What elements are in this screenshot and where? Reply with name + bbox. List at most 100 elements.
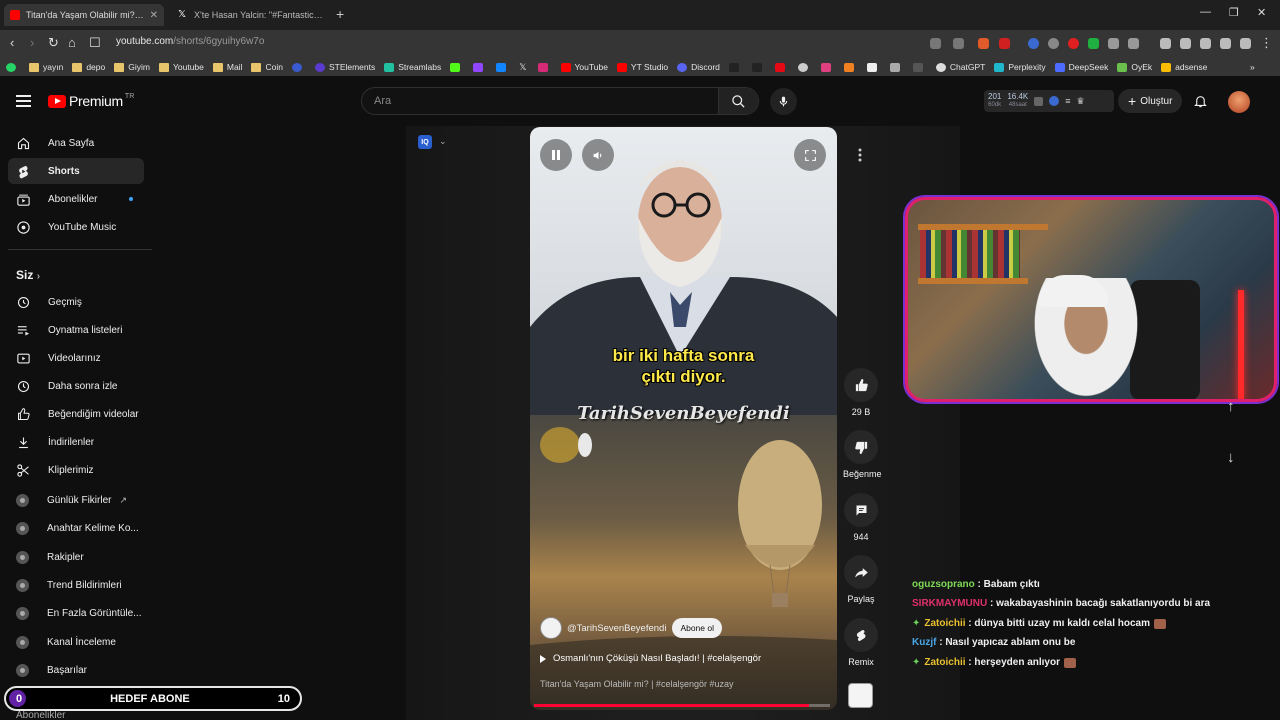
extension-icon[interactable] — [1108, 38, 1119, 49]
bookmark-folder[interactable]: Youtube — [158, 62, 204, 72]
bookmark-streamlabs[interactable]: Streamlabs — [384, 62, 441, 72]
tab-x-post[interactable]: 𝕏 X'te Hasan Yalcin: "#FantasticFour M — [172, 4, 332, 26]
bookmark-folder[interactable]: yayın — [29, 62, 63, 72]
short-video[interactable]: bir iki hafta sonra çıktı diyor. TarihSe… — [530, 127, 837, 710]
sidebar-item-home[interactable]: Ana Sayfa — [8, 130, 144, 156]
list-icon[interactable]: ≡ — [1065, 96, 1070, 106]
maximize-icon[interactable]: ❐ — [1229, 6, 1239, 19]
bookmark-oyek[interactable]: OyEk — [1117, 62, 1152, 72]
extension-icon[interactable] — [1220, 38, 1231, 49]
channel-thumbnail[interactable] — [848, 683, 873, 708]
chart-icon[interactable] — [1034, 96, 1044, 106]
tab-close-icon[interactable]: ✕ — [150, 10, 158, 21]
bookmark-x[interactable]: 𝕏 — [519, 62, 528, 73]
channel-name[interactable]: @TarihSevenBeyefendi — [567, 623, 666, 634]
search-button[interactable] — [718, 88, 758, 114]
share-button[interactable] — [844, 555, 878, 589]
back-icon[interactable]: ‹ — [10, 35, 14, 50]
remix-button[interactable] — [844, 618, 878, 652]
subscribe-button[interactable]: Abone ol — [672, 618, 722, 638]
like-button[interactable] — [844, 368, 878, 402]
more-bookmarks-icon[interactable]: » — [1250, 62, 1255, 72]
chevron-down-icon[interactable]: ⌄ — [439, 136, 447, 147]
bookmark-adsense[interactable]: adsense — [1161, 62, 1207, 72]
bookmark-misc[interactable] — [912, 62, 927, 72]
sidebar-item-playlists[interactable]: Oynatma listeleri — [8, 317, 144, 343]
bookmark-chatgpt[interactable]: ChatGPT — [935, 62, 985, 72]
bookmark-perplexity[interactable]: Perplexity — [994, 62, 1046, 72]
previous-short-icon[interactable]: ↑ — [1227, 398, 1235, 415]
sidebar-item-clips[interactable]: Kliplerimiz — [8, 457, 144, 483]
sidebar-item-your-videos[interactable]: Videolarınız — [8, 345, 144, 371]
extension-icon[interactable] — [1088, 38, 1099, 49]
bookmark-kick[interactable] — [450, 62, 464, 72]
bookmark-deepseek[interactable]: DeepSeek — [1054, 62, 1108, 72]
short-description[interactable]: Titan'da Yaşam Olabilir mi? | #celalşeng… — [540, 679, 733, 689]
sidebar-item-gunluk-fikirler[interactable]: Günlük Fikirler ↗ — [8, 487, 144, 513]
extension-icon[interactable] — [1028, 38, 1039, 49]
sidebar-item-keyword[interactable]: Anahtar Kelime Ko... — [8, 515, 144, 541]
extension-icon[interactable] — [1180, 38, 1191, 49]
pause-button[interactable] — [540, 139, 572, 171]
home-button-icon[interactable]: ⌂ — [68, 35, 76, 50]
bookmark-r[interactable] — [291, 62, 306, 72]
more-options-icon[interactable] — [848, 143, 872, 167]
sidebar-item-competitors[interactable]: Rakipler — [8, 544, 144, 570]
sidebar-item-subscriptions[interactable]: Abonelikler — [8, 186, 144, 212]
bookmark-folder[interactable]: Coin — [251, 62, 283, 72]
create-button[interactable]: + Oluştur — [1118, 89, 1183, 113]
bookmark-misc[interactable] — [843, 62, 858, 72]
sidebar-item-shorts[interactable]: Shorts — [8, 158, 144, 184]
channel-stats-widget[interactable]: 201 60dk 16.4K 48saat ≡ ♛ — [984, 90, 1114, 112]
account-avatar[interactable] — [1228, 91, 1250, 113]
bookmark-icon[interactable]: ☐ — [89, 35, 101, 51]
linked-video[interactable]: Osmanlı'nın Çöküşü Nasıl Başladı! | #cel… — [540, 653, 761, 664]
sidebar-item-liked-videos[interactable]: Beğendiğim videolar — [8, 401, 144, 427]
bookmark-misc[interactable] — [820, 62, 835, 72]
sidebar-item-trend-alerts[interactable]: Trend Bildirimleri — [8, 572, 144, 598]
extension-icon[interactable] — [1200, 38, 1211, 49]
sidebar-item-channel-audit[interactable]: Kanal İnceleme — [8, 629, 144, 655]
new-tab-icon[interactable]: + — [336, 6, 344, 22]
extension-icon[interactable] — [1240, 38, 1251, 49]
address-bar[interactable]: youtube.com/shorts/6gyuihy6w7o — [116, 36, 264, 47]
bookmark-folder[interactable]: depo — [72, 62, 105, 72]
window-close-icon[interactable]: ✕ — [1257, 6, 1266, 19]
extension-icon[interactable] — [1128, 38, 1139, 49]
extension-icon[interactable] — [930, 38, 941, 49]
vidiq-badge[interactable]: IQ — [418, 135, 432, 149]
extension-icon[interactable] — [1068, 38, 1079, 49]
menu-icon[interactable] — [16, 95, 31, 107]
browser-menu-icon[interactable]: ⋮ — [1260, 35, 1273, 51]
fullscreen-button[interactable] — [794, 139, 826, 171]
bookmark-folder[interactable]: Giyim — [114, 62, 150, 72]
bookmark-bluesky[interactable] — [496, 62, 510, 72]
tab-youtube-short[interactable]: Titan'da Yaşam Olabilir mi? | # ✕ — [4, 4, 164, 26]
bookmark-folder[interactable]: Mail — [212, 62, 242, 72]
channel-avatar[interactable] — [540, 617, 562, 639]
reload-icon[interactable]: ↻ — [48, 35, 59, 51]
bookmark-youtube[interactable]: YouTube — [560, 62, 608, 72]
extension-icon[interactable] — [978, 38, 989, 49]
video-progress-bar[interactable] — [534, 704, 830, 707]
minimize-icon[interactable]: — — [1200, 6, 1211, 18]
sidebar-item-downloads[interactable]: İndirilenler — [8, 429, 144, 455]
bookmark-instagram[interactable] — [537, 62, 552, 72]
search-input[interactable] — [362, 88, 719, 114]
trophy-icon[interactable]: ♛ — [1077, 96, 1085, 107]
voice-search-button[interactable] — [770, 88, 797, 115]
dislike-button[interactable] — [844, 430, 878, 464]
bookmark-yt-studio[interactable]: YT Studio — [616, 62, 668, 72]
extension-icon[interactable] — [1160, 38, 1171, 49]
volume-button[interactable] — [582, 139, 614, 171]
bookmark-twitch[interactable] — [473, 62, 487, 72]
notifications-icon[interactable] — [1193, 93, 1208, 114]
bookmark-netflix[interactable] — [774, 62, 789, 72]
vidiq-icon[interactable] — [1049, 96, 1060, 106]
sidebar-item-most-viewed[interactable]: En Fazla Görüntüle... — [8, 600, 144, 626]
bookmark-whatsapp[interactable] — [6, 62, 20, 72]
bookmark-discord[interactable]: Discord — [677, 62, 720, 72]
sidebar-item-history[interactable]: Geçmiş — [8, 289, 144, 315]
bookmark-amazon[interactable] — [866, 62, 881, 72]
sidebar-item-youtube-music[interactable]: YouTube Music — [8, 214, 144, 240]
